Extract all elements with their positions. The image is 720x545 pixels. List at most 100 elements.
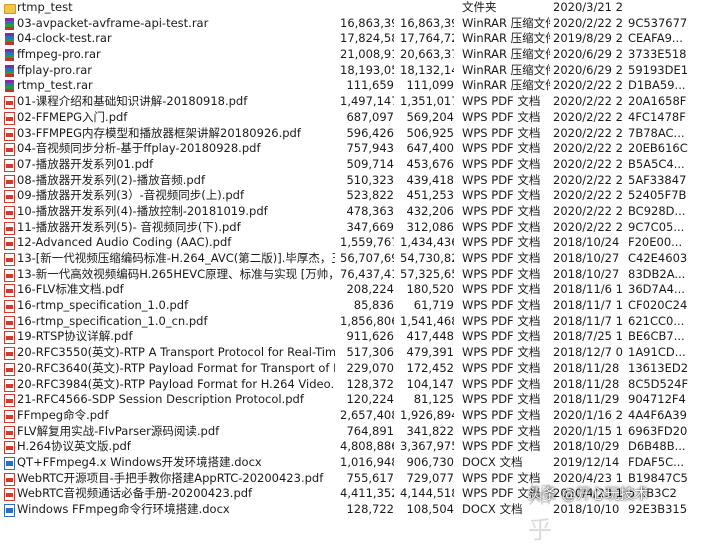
file-modified: 2018/10/27 1... [553, 251, 623, 265]
file-row[interactable]: 03-avpacket-avframe-api-test.rar 16,863,3… [0, 16, 720, 32]
file-crc: 6963FD20 [628, 423, 688, 438]
file-size: 596,426 [346, 125, 394, 140]
file-size: 128,722 [346, 502, 394, 516]
pdf-file-icon [4, 441, 15, 455]
file-row[interactable]: 20-RFC3550(英文)-RTP A Transport Protocol … [0, 345, 720, 361]
file-size: 757,943 [346, 141, 394, 156]
file-crc: 7B78AC... [628, 125, 685, 140]
file-modified: 2018/10/27 1... [553, 266, 623, 281]
pdf-file-icon [4, 300, 15, 314]
file-crc: D6B48B... [628, 439, 686, 454]
file-crc: D1BA59... [628, 78, 686, 93]
pdf-file-icon [4, 378, 15, 392]
file-size: 111,659 [346, 78, 394, 93]
file-name: 12-Advanced Audio Coding (AAC).pdf [17, 235, 232, 250]
file-packed-size: 729,077 [406, 470, 454, 485]
file-packed-size: 506,925 [406, 125, 454, 140]
file-name: FLV解复用实战-FlvParser源码阅读.pdf [17, 423, 220, 438]
file-crc: 4FC1478F [628, 109, 686, 124]
file-name: 10-播放器开发系列(4)-播放控制-20181019.pdf [17, 203, 268, 218]
file-packed-size: 451,253 [406, 188, 454, 203]
file-name: 03-avpacket-avframe-api-test.rar [17, 15, 209, 30]
pdf-file-icon [4, 143, 15, 157]
file-name: 20-RFC3640(英文)-RTP Payload Format for Tr… [17, 360, 335, 375]
file-type: WinRAR 压缩文件 [462, 15, 550, 30]
file-modified: 2019/12/14 1... [553, 454, 623, 469]
pdf-file-icon [4, 96, 15, 110]
file-crc: 4A4F6A39 [628, 407, 687, 422]
file-name: 04-音视频同步分析-基于ffplay-20180928.pdf [17, 141, 261, 156]
file-row[interactable]: 04-clock-test.rar 17,824,587 17,764,729 Win… [0, 31, 720, 47]
file-row[interactable]: ffmpeg-pro.rar 21,008,916 20,663,376 WinRAR… [0, 47, 720, 63]
file-packed-size: 81,125 [413, 392, 454, 407]
file-row[interactable]: 07-播放器开发系列01.pdf 509,714 453,676 WPS PDF 文档… [0, 157, 720, 173]
file-row[interactable]: 16-FLV标准文档.pdf 208,224 180,520 WPS PDF 文档 20… [0, 282, 720, 298]
file-row[interactable]: FLV解复用实战-FlvParser源码阅读.pdf 764,891 341,822… [0, 424, 720, 440]
file-row[interactable]: 20-RFC3984(英文)-RTP Payload Format for H.… [0, 377, 720, 393]
file-row[interactable]: 13-[新一代视频压缩编码标准-H.264_AVC(第二版)].毕厚杰，王健编著… [0, 251, 720, 267]
file-row[interactable]: 01-课程介绍和基础知识讲解-20180918.pdf 1,497,147 1,35… [0, 94, 720, 110]
file-row[interactable]: H.264协议英文版.pdf 4,808,886 3,367,975 WPS PDF … [0, 439, 720, 455]
file-type: WPS PDF 文档 [462, 392, 541, 407]
file-row[interactable]: rtmp_test.rar 111,659 111,099 WinRAR 压缩文件 20… [0, 78, 720, 94]
file-row[interactable]: 13-新一代高效视频编码H.265HEVC原理、标准与实现 [万帅，杨付正 编著… [0, 267, 720, 283]
file-row[interactable]: 11-播放器开发系列(5)- 音视频同步(下).pdf 347,669 312,08… [0, 220, 720, 236]
pdf-file-icon [4, 221, 15, 235]
file-modified: 2018/10/29 1... [553, 439, 623, 454]
file-row[interactable]: 10-播放器开发系列(4)-播放控制-20181019.pdf 478,363 43… [0, 204, 720, 220]
file-modified: 2020/2/22 23... [553, 219, 623, 234]
file-crc: 83DB2A... [628, 266, 686, 281]
file-modified: 2020/2/22 23... [553, 141, 623, 156]
file-packed-size: 647,400 [406, 141, 454, 156]
file-size: 208,224 [346, 282, 394, 297]
file-row[interactable]: 16-rtmp_specification_1.0.pdf 85,836 61,71… [0, 298, 720, 314]
file-type: WPS PDF 文档 [462, 235, 541, 250]
file-row[interactable]: 20-RFC3640(英文)-RTP Payload Format for Tr… [0, 361, 720, 377]
file-type: WPS PDF 文档 [462, 282, 541, 297]
file-type: WPS PDF 文档 [462, 172, 541, 187]
file-name: 20-RFC3550(英文)-RTP A Transport Protocol … [17, 345, 335, 360]
file-crc: 5AF33847 [628, 172, 687, 187]
file-name: 01-课程介绍和基础知识讲解-20180918.pdf [17, 94, 248, 109]
file-row[interactable]: 19-RTSP协议详解.pdf 911,626 417,448 WPS PDF 文档 2… [0, 329, 720, 345]
file-type: WPS PDF 文档 [462, 156, 541, 171]
file-row[interactable]: 03-FFMPEG内存模型和播放器框架讲解20180926.pdf 596,426… [0, 126, 720, 142]
file-size: 16,863,391 [340, 15, 394, 30]
file-type: WPS PDF 文档 [462, 407, 541, 422]
file-modified: 2018/11/29 1... [553, 392, 623, 407]
file-size: 56,707,693 [340, 251, 394, 265]
file-size: 478,363 [346, 203, 394, 218]
file-row[interactable]: ffplay-pro.rar 18,193,054 18,132,145 WinRAR… [0, 63, 720, 79]
pdf-file-icon [4, 284, 15, 298]
file-row[interactable]: 21-RFC4566-SDP Session Description Proto… [0, 392, 720, 408]
file-size: 4,808,886 [340, 439, 394, 454]
file-row[interactable]: 16-rtmp_specification_1.0_cn.pdf 1,856,80… [0, 314, 720, 330]
file-row[interactable]: 08-播放器开发系列(2)-播放音频.pdf 510,323 439,418 WPS … [0, 173, 720, 189]
file-name: 19-RTSP协议详解.pdf [17, 329, 133, 344]
file-crc: FDAF5C... [628, 454, 685, 469]
file-size: 4,411,352 [340, 486, 394, 501]
file-packed-size: 906,730 [406, 454, 454, 469]
file-packed-size: 1,541,468 [400, 313, 454, 328]
file-name: 08-播放器开发系列(2)-播放音频.pdf [17, 172, 206, 187]
file-row[interactable]: rtmp_test 文件夹 2020/3/21 20... [0, 0, 720, 16]
file-row[interactable]: FFmpeg命令.pdf 2,657,408 1,926,894 WPS PDF 文档… [0, 408, 720, 424]
file-row[interactable]: 09-播放器开发系列(3）-音视频同步(上).pdf 523,822 451,253… [0, 188, 720, 204]
pdf-file-icon [4, 472, 15, 486]
pdf-file-icon [4, 205, 15, 219]
file-row[interactable]: 04-音视频同步分析-基于ffplay-20180928.pdf 757,943 6… [0, 141, 720, 157]
file-modified: 2020/6/29 20... [553, 62, 623, 77]
file-packed-size: 1,434,436 [400, 235, 454, 250]
rar-archive-icon [4, 80, 15, 93]
file-row[interactable]: 12-Advanced Audio Coding (AAC).pdf 1,559,… [0, 235, 720, 251]
file-name: 13-新一代高效视频编码H.265HEVC原理、标准与实现 [万帅，杨付正 编著… [17, 266, 335, 281]
pdf-file-icon [4, 158, 15, 172]
file-row[interactable]: 02-FFMEPG入门.pdf 687,097 569,204 WPS PDF 文档 2… [0, 110, 720, 126]
file-type: WinRAR 压缩文件 [462, 47, 550, 62]
file-crc: 13613ED2 [628, 360, 689, 375]
file-row[interactable]: QT+FFmpeg4.x Windows开发环境搭建.docx 1,016,948… [0, 455, 720, 471]
file-crc: F20E00... [628, 235, 683, 250]
file-type: WPS PDF 文档 [462, 141, 541, 156]
file-name: 16-FLV标准文档.pdf [17, 282, 124, 297]
file-name: 04-clock-test.rar [17, 31, 112, 46]
